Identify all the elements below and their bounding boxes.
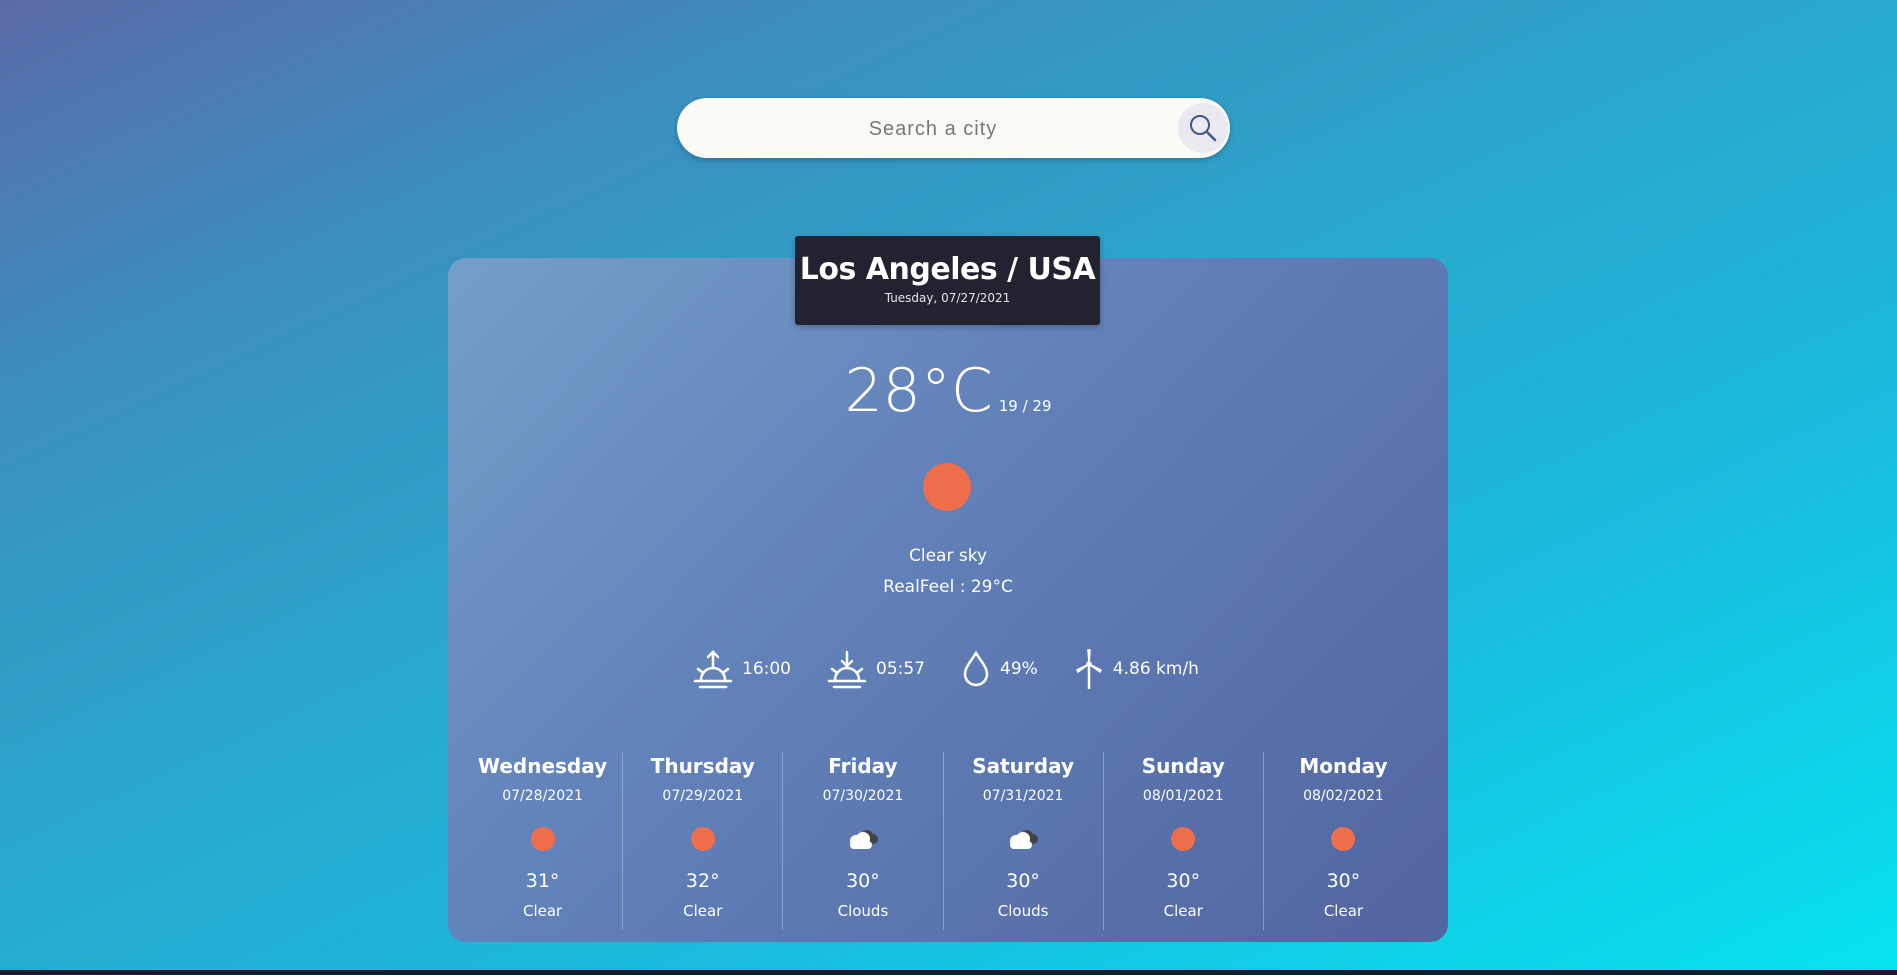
forecast-day: Friday 07/30/2021 30° Clouds — [783, 752, 944, 930]
forecast-date: 08/01/2021 — [1142, 788, 1224, 804]
sunset-stat: 05:57 — [826, 649, 925, 689]
forecast-day: Saturday 07/31/2021 30° Clouds — [944, 752, 1104, 930]
forecast-day-name: Saturday — [972, 754, 1074, 778]
forecast-description: Clear — [1163, 902, 1203, 920]
forecast-date: 07/28/2021 — [502, 788, 583, 804]
wind-turbine-icon — [1075, 649, 1102, 689]
city-name: Los Angeles / USA — [799, 252, 1096, 287]
sun-icon — [923, 463, 971, 511]
sun-icon — [530, 827, 555, 851]
forecast-day-name: Monday — [1299, 754, 1388, 778]
min-max-temperature: 19 / 29 — [998, 397, 1052, 415]
location-header: Los Angeles / USA Tuesday, 07/27/2021 — [795, 236, 1100, 325]
forecast-list: Wednesday 07/28/2021 31° Clear Thursday … — [463, 752, 1423, 930]
forecast-day-name: Sunday — [1141, 754, 1225, 778]
forecast-date: 07/29/2021 — [662, 788, 744, 804]
humidity-value: 49% — [1000, 659, 1038, 679]
forecast-description: Clouds — [997, 902, 1049, 920]
forecast-day-name: Wednesday — [478, 754, 608, 778]
cloud-icon — [849, 830, 878, 849]
search-bar — [677, 98, 1230, 160]
current-date: Tuesday, 07/27/2021 — [884, 291, 1011, 305]
forecast-temperature: 32° — [685, 870, 720, 892]
forecast-day: Wednesday 07/28/2021 31° Clear — [463, 752, 624, 930]
weather-stats: 16:00 05:57 49% 4.86 km/h — [692, 646, 1234, 692]
sunrise-icon — [693, 650, 733, 689]
forecast-description: Clouds — [837, 902, 889, 920]
wind-speed: 4.86 km/h — [1112, 659, 1199, 679]
forecast-day-name: Friday — [828, 754, 898, 778]
sun-icon — [690, 827, 715, 851]
forecast-temperature: 30° — [1326, 870, 1361, 892]
forecast-description: Clear — [1323, 902, 1364, 920]
search-input[interactable] — [697, 98, 1169, 160]
cloud-icon — [1010, 830, 1039, 849]
sunrise-time: 16:00 — [742, 659, 791, 679]
forecast-description: Clear — [522, 902, 563, 920]
forecast-temperature: 31° — [525, 870, 560, 892]
sunset-time: 05:57 — [876, 659, 925, 679]
search-icon — [1190, 115, 1217, 142]
forecast-day-name: Thursday — [650, 754, 755, 778]
forecast-day: Thursday 07/29/2021 32° Clear — [623, 752, 784, 930]
sunrise-stat: 16:00 — [692, 649, 791, 689]
forecast-temperature: 30° — [1166, 870, 1201, 892]
sun-icon — [1331, 827, 1356, 851]
forecast-description: Clear — [683, 902, 723, 920]
current-temperature: 28°C — [844, 356, 993, 426]
forecast-temperature: 30° — [846, 870, 880, 892]
droplet-icon — [963, 650, 989, 687]
forecast-temperature: 30° — [1006, 870, 1040, 892]
forecast-date: 07/30/2021 — [822, 788, 904, 804]
forecast-day: Monday 08/02/2021 30° Clear — [1264, 752, 1423, 930]
sunset-icon — [827, 650, 867, 689]
search-button[interactable] — [1178, 103, 1228, 153]
sun-icon — [1171, 827, 1196, 851]
wind-stat: 4.86 km/h — [1073, 648, 1199, 690]
forecast-day: Sunday 08/01/2021 30° Clear — [1104, 752, 1264, 930]
realfeel: RealFeel : 29°C — [883, 577, 1013, 597]
forecast-date: 07/31/2021 — [982, 788, 1064, 804]
humidity-stat: 49% — [960, 650, 1038, 688]
weather-description: Clear sky — [908, 546, 988, 566]
temperature-row: 28°C 19 / 29 — [448, 356, 1448, 426]
forecast-date: 08/02/2021 — [1303, 788, 1384, 804]
bottom-bar — [0, 970, 1897, 975]
